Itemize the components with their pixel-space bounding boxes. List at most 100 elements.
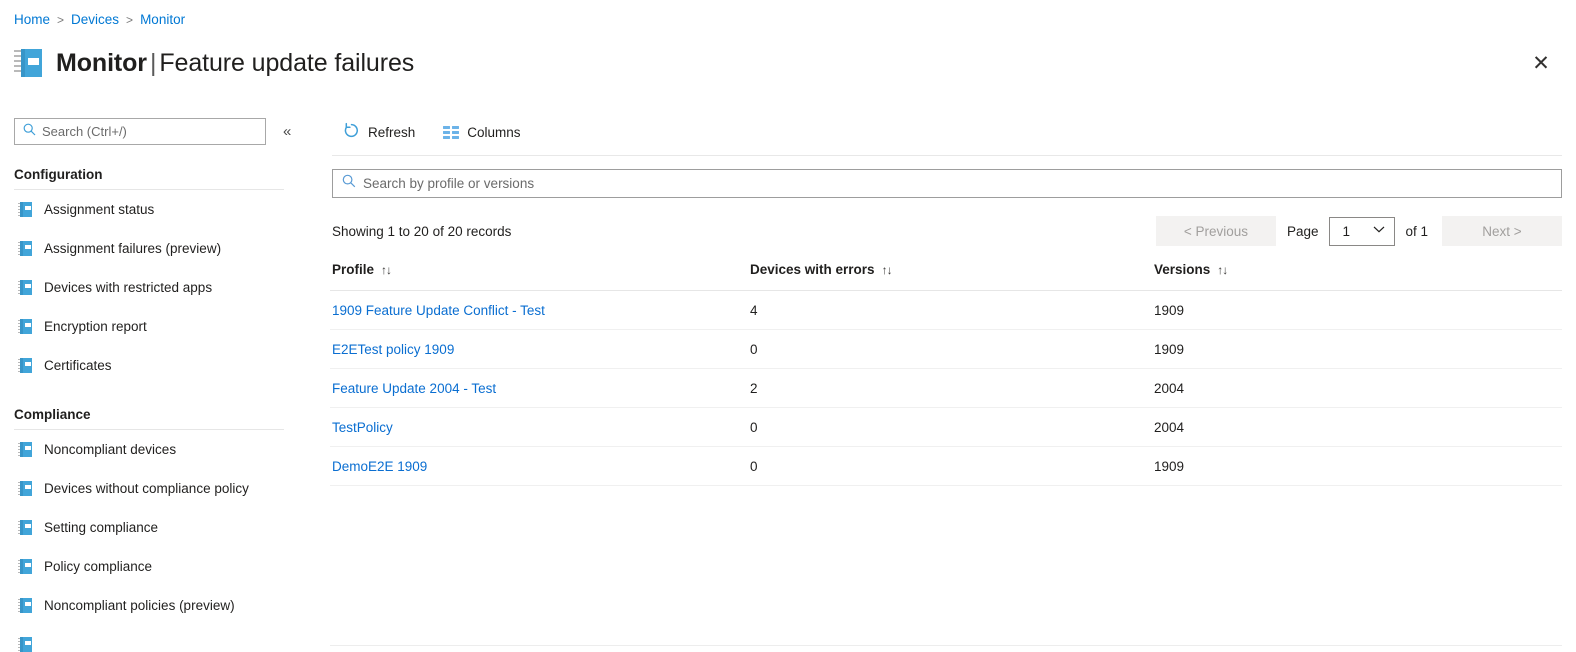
- report-icon: [18, 280, 32, 295]
- refresh-button[interactable]: Refresh: [334, 117, 424, 149]
- sidebar-item-label: Devices with restricted apps: [44, 280, 213, 295]
- cell-devices-with-errors: 4: [748, 290, 1152, 330]
- report-icon: [18, 520, 32, 535]
- sidebar-item-setting-compliance[interactable]: Setting compliance: [0, 508, 310, 547]
- columns-button[interactable]: Columns: [434, 117, 529, 149]
- pagination: < Previous Page 1 of 1 Next >: [1155, 214, 1562, 248]
- sidebar-search-box[interactable]: [14, 118, 266, 145]
- profile-search-input[interactable]: [363, 176, 1513, 191]
- sidebar-group-title-configuration: Configuration: [14, 167, 103, 182]
- sidebar-collapse-button[interactable]: «: [283, 123, 291, 140]
- cell-devices-with-errors: 0: [748, 407, 1152, 447]
- cell-profile: DemoE2E 1909: [330, 446, 748, 486]
- report-icon: [18, 241, 32, 256]
- sidebar-item-assignment-status[interactable]: Assignment status: [0, 190, 310, 229]
- breadcrumb: Home > Devices > Monitor: [14, 12, 185, 27]
- breadcrumb-item-home[interactable]: Home: [14, 12, 50, 27]
- toolbar: Refresh Columns: [330, 110, 1576, 155]
- profile-link[interactable]: TestPolicy: [332, 420, 393, 435]
- table-row: DemoE2E 1909 0 1909: [330, 446, 1562, 486]
- sidebar-item-label: Noncompliant policies (preview): [44, 598, 235, 613]
- cell-versions: 2004: [1152, 407, 1562, 447]
- profile-link[interactable]: Feature Update 2004 - Test: [332, 381, 496, 396]
- report-icon: [18, 358, 32, 373]
- cell-profile: E2ETest policy 1909: [330, 329, 748, 369]
- column-header-profile[interactable]: Profile ↑↓: [330, 262, 748, 291]
- table-row: 1909 Feature Update Conflict - Test 4 19…: [330, 290, 1562, 330]
- column-header-label: Versions: [1154, 262, 1211, 277]
- profile-search-box[interactable]: [332, 169, 1562, 198]
- breadcrumb-item-monitor[interactable]: Monitor: [140, 12, 185, 27]
- report-notebook-icon: [14, 48, 42, 78]
- report-icon: [18, 319, 32, 334]
- profile-link[interactable]: 1909 Feature Update Conflict - Test: [332, 303, 545, 318]
- page-title-strong: Monitor: [56, 48, 147, 77]
- sidebar-item-label: Certificates: [44, 358, 112, 373]
- table-row: Feature Update 2004 - Test 2 2004: [330, 368, 1562, 408]
- next-page-button[interactable]: Next >: [1442, 216, 1562, 246]
- toolbar-divider: [332, 155, 1562, 156]
- sidebar: « Configuration Assignment status Assign…: [0, 110, 310, 652]
- profile-link[interactable]: DemoE2E 1909: [332, 459, 427, 474]
- sidebar-item-label: Setting compliance: [44, 520, 159, 535]
- columns-label: Columns: [467, 125, 521, 140]
- page-label: Page: [1286, 223, 1319, 239]
- table-row: TestPolicy 0 2004: [330, 407, 1562, 447]
- page-select-value: 1: [1342, 223, 1350, 239]
- sort-icon[interactable]: ↑↓: [882, 263, 893, 277]
- sidebar-item-partial-next[interactable]: [0, 625, 310, 652]
- sidebar-item-label: Assignment failures (preview): [44, 241, 222, 256]
- refresh-icon: [343, 122, 360, 144]
- cell-versions: 1909: [1152, 290, 1562, 330]
- feature-update-failures-table: Profile ↑↓ Devices with errors ↑↓ Versions…: [330, 262, 1562, 486]
- main-content: Refresh Columns Showing 1 to 20 of 20 re…: [330, 110, 1576, 652]
- page-select[interactable]: 1: [1329, 216, 1396, 246]
- page-total-label: of 1: [1405, 223, 1428, 239]
- sidebar-item-label: Assignment status: [44, 202, 155, 217]
- sidebar-item-label: Noncompliant devices: [44, 442, 177, 457]
- breadcrumb-item-devices[interactable]: Devices: [71, 12, 119, 27]
- records-count-label: Showing 1 to 20 of 20 records: [332, 223, 512, 239]
- sidebar-item-noncompliant-devices[interactable]: Noncompliant devices: [0, 430, 310, 469]
- sidebar-search-input[interactable]: [42, 124, 237, 139]
- cell-devices-with-errors: 0: [748, 329, 1152, 369]
- page-title: Monitor | Feature update failures: [56, 49, 414, 78]
- table-bottom-divider: [330, 645, 1562, 646]
- report-icon: [18, 598, 32, 613]
- sidebar-item-policy-compliance[interactable]: Policy compliance: [0, 547, 310, 586]
- cell-versions: 2004: [1152, 368, 1562, 408]
- cell-profile: 1909 Feature Update Conflict - Test: [330, 290, 748, 330]
- cell-profile: TestPolicy: [330, 407, 748, 447]
- profile-link[interactable]: E2ETest policy 1909: [332, 342, 454, 357]
- column-header-versions[interactable]: Versions ↑↓: [1152, 262, 1562, 291]
- sidebar-item-label: Encryption report: [44, 319, 147, 334]
- cell-devices-with-errors: 0: [748, 446, 1152, 486]
- close-icon[interactable]: ✕: [1524, 46, 1558, 80]
- cell-profile: Feature Update 2004 - Test: [330, 368, 748, 408]
- report-icon: [18, 202, 32, 217]
- sort-icon[interactable]: ↑↓: [381, 263, 392, 277]
- search-icon: [342, 174, 356, 193]
- sidebar-item-noncompliant-policies[interactable]: Noncompliant policies (preview): [0, 586, 310, 625]
- column-header-devices-with-errors[interactable]: Devices with errors ↑↓: [748, 262, 1152, 291]
- page-title-rest: Feature update failures: [159, 48, 415, 77]
- chevron-down-icon: [1373, 224, 1385, 236]
- report-icon: [18, 559, 32, 574]
- page-header: Monitor | Feature update failures: [0, 40, 1576, 86]
- sidebar-item-assignment-failures[interactable]: Assignment failures (preview): [0, 229, 310, 268]
- sidebar-item-certificates[interactable]: Certificates: [0, 346, 310, 385]
- column-header-label: Devices with errors: [750, 262, 875, 277]
- sidebar-search-row: «: [14, 118, 310, 145]
- cell-versions: 1909: [1152, 446, 1562, 486]
- sidebar-item-devices-without-compliance-policy[interactable]: Devices without compliance policy: [0, 469, 310, 508]
- sort-icon[interactable]: ↑↓: [1217, 263, 1228, 277]
- sidebar-item-encryption-report[interactable]: Encryption report: [0, 307, 310, 346]
- previous-page-button[interactable]: < Previous: [1155, 216, 1276, 246]
- records-row: Showing 1 to 20 of 20 records < Previous…: [330, 214, 1562, 248]
- report-icon: [18, 637, 32, 652]
- sidebar-item-devices-with-restricted-apps[interactable]: Devices with restricted apps: [0, 268, 310, 307]
- search-icon: [23, 123, 36, 141]
- table-header-row: Profile ↑↓ Devices with errors ↑↓ Versions…: [330, 262, 1562, 291]
- sidebar-group-title-compliance: Compliance: [14, 407, 91, 422]
- report-icon: [18, 481, 32, 496]
